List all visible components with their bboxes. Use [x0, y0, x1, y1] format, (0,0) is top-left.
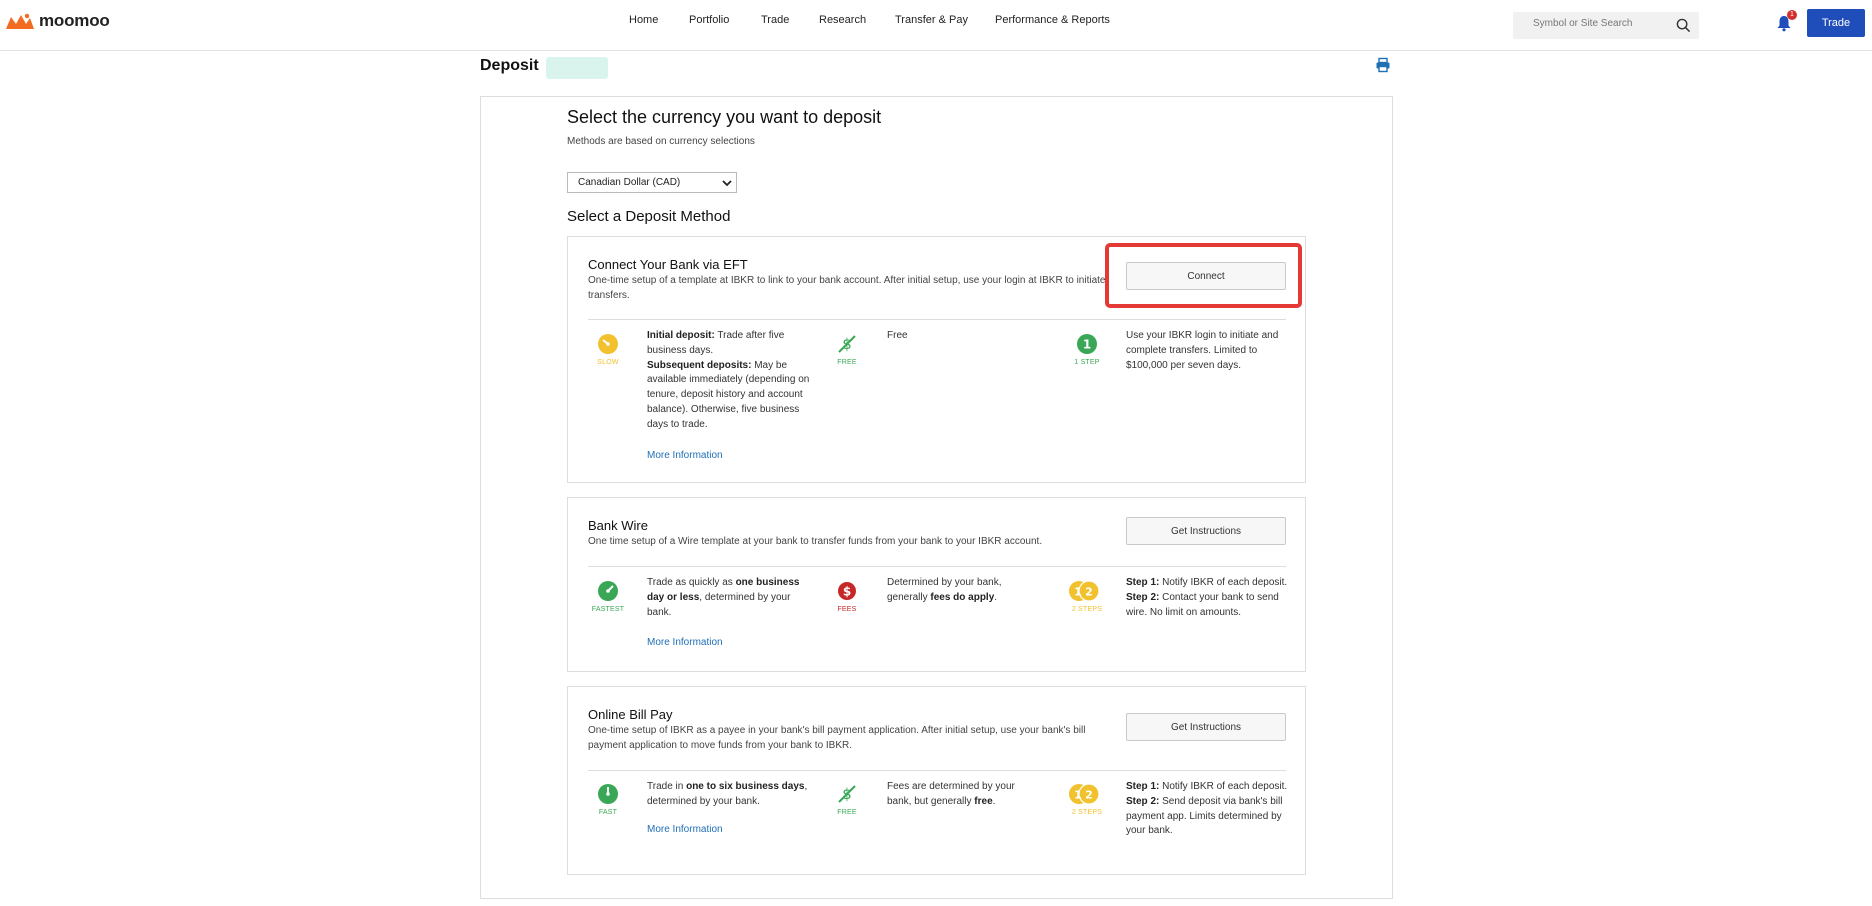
speed-text-pre: Trade as quickly as [647, 577, 736, 588]
free-icon: $ [838, 335, 856, 353]
more-information-link[interactable]: More Information [647, 637, 723, 648]
top-nav-bar: moomoo Home Portfolio Trade Research Tra… [0, 0, 1872, 51]
speed-slow-icon [598, 334, 618, 354]
fees-icon: $ [838, 582, 856, 600]
step1-label: Step 1: [1126, 577, 1160, 588]
nav-portfolio[interactable]: Portfolio [689, 14, 729, 26]
one-step-icon: 1 [1077, 334, 1097, 354]
currency-subtext: Methods are based on currency selections [567, 136, 755, 147]
steps-text: Step 1: Notify IBKR of each deposit. Ste… [1126, 576, 1291, 620]
currency-heading: Select the currency you want to deposit [567, 107, 882, 127]
two-steps-icon: 1 2 [1069, 580, 1100, 602]
free-icon: $ [838, 785, 856, 803]
step1-text: Notify IBKR of each deposit. [1159, 781, 1288, 792]
two-steps-icon: 1 2 [1069, 783, 1100, 805]
speed-fast-icon [598, 784, 618, 804]
card-divider [588, 566, 1286, 567]
cost-text-pre: Fees are determined by your bank, but ge… [887, 781, 1015, 807]
get-instructions-button[interactable]: Get Instructions [1126, 713, 1286, 741]
step2-label: Step 2: [1126, 591, 1160, 603]
nav-performance-reports[interactable]: Performance & Reports [995, 14, 1110, 26]
cost-text-post: . [994, 591, 998, 603]
cost-text: Determined by your bank, generally fees … [887, 576, 1037, 606]
steps-label: 2 STEPS [1071, 809, 1103, 816]
account-id-redacted [546, 57, 608, 79]
speed-text-bold: one to six business days [686, 781, 805, 792]
page-title: Deposit [480, 57, 539, 74]
more-information-link[interactable]: More Information [647, 450, 723, 461]
card-divider [588, 770, 1286, 771]
method-title: Connect Your Bank via EFT [588, 257, 748, 272]
more-information-link[interactable]: More Information [647, 824, 723, 835]
svg-text:1: 1 [1074, 789, 1082, 802]
steps-label: 1 STEP [1074, 359, 1100, 366]
cost-text-bold: fees do apply [930, 591, 995, 603]
deposit-method-heading: Select a Deposit Method [567, 208, 731, 225]
cost-label: FREE [837, 359, 857, 366]
speed-label: SLOW [597, 359, 619, 366]
steps-text: Step 1: Notify IBKR of each deposit. Ste… [1126, 780, 1291, 839]
search-icon[interactable] [1676, 18, 1691, 33]
speed-label: FASTEST [591, 606, 625, 613]
steps-label: 2 STEPS [1071, 606, 1103, 613]
step2-label: Step 2: [1126, 795, 1160, 807]
method-description: One time setup of a Wire template at you… [588, 536, 1043, 547]
svg-text:2: 2 [1085, 586, 1093, 599]
notification-badge: 1 [1787, 10, 1797, 20]
method-description: One-time setup of a template at IBKR to … [588, 275, 1106, 301]
cost-label: FREE [837, 809, 857, 816]
initial-deposit-label: Initial deposit: [647, 330, 715, 341]
svg-text:$: $ [843, 585, 851, 599]
speed-label: FAST [598, 809, 618, 816]
currency-select[interactable]: Canadian Dollar (CAD) [567, 172, 737, 193]
nav-trade[interactable]: Trade [761, 14, 789, 26]
step1-text: Notify IBKR of each deposit. [1159, 577, 1288, 588]
step1-label: Step 1: [1126, 781, 1160, 792]
svg-text:1: 1 [1074, 586, 1082, 599]
cost-text-bold: free [974, 795, 993, 807]
speed-fastest-icon [598, 581, 618, 601]
method-card-bank-wire: Bank Wire One time setup of a Wire templ… [567, 497, 1306, 672]
nav-transfer-pay[interactable]: Transfer & Pay [895, 14, 968, 26]
get-instructions-button[interactable]: Get Instructions [1126, 517, 1286, 545]
method-card-online-bill-pay: Online Bill Pay One-time setup of IBKR a… [567, 686, 1306, 875]
svg-text:2: 2 [1085, 789, 1093, 802]
cost-label: FEES [837, 606, 857, 613]
nav-home[interactable]: Home [629, 14, 658, 26]
currency-selected-value: Canadian Dollar (CAD) [578, 177, 681, 188]
cost-text-post: . [992, 795, 996, 807]
method-description: One-time setup of IBKR as a payee in you… [588, 725, 1086, 751]
cost-text: Free [887, 330, 908, 341]
connect-highlight [1105, 243, 1302, 308]
print-icon[interactable] [1375, 57, 1391, 73]
speed-text: Trade in one to six business days, deter… [647, 780, 812, 810]
card-divider [588, 319, 1286, 320]
search-input[interactable] [1533, 18, 1673, 29]
chevron-down-icon [722, 180, 732, 187]
site-search [1513, 12, 1699, 39]
speed-text-pre: Trade in [647, 781, 687, 792]
subsequent-deposit-label: Subsequent deposits: [647, 359, 752, 371]
cost-text: Fees are determined by your bank, but ge… [887, 780, 1037, 810]
speed-text: Initial deposit: Trade after five busine… [647, 329, 812, 433]
method-title: Bank Wire [588, 518, 648, 533]
method-title: Online Bill Pay [588, 707, 673, 722]
speed-text: Trade as quickly as one business day or … [647, 576, 812, 620]
svg-text:1: 1 [1083, 338, 1091, 352]
nav-research[interactable]: Research [819, 14, 866, 26]
steps-text: Use your IBKR login to initiate and comp… [1126, 330, 1279, 371]
trade-button[interactable]: Trade [1807, 9, 1865, 37]
